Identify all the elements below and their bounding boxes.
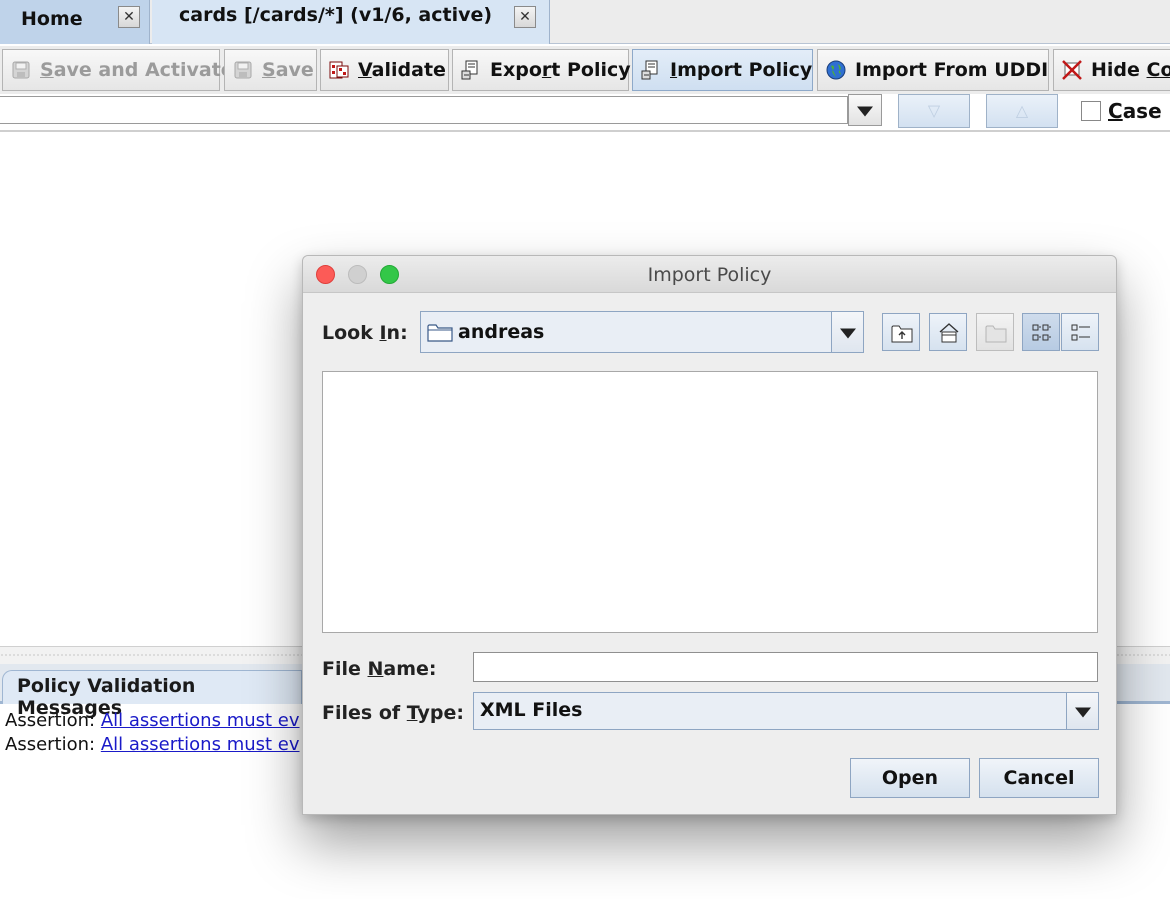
files-of-type-label: Files of Type: bbox=[322, 702, 464, 724]
tab-cards-close-icon[interactable]: ✕ bbox=[514, 6, 536, 28]
export-policy-icon bbox=[461, 60, 481, 80]
validation-message-link[interactable]: All assertions must ev bbox=[101, 710, 300, 731]
validation-message: Assertion: All assertions must ev bbox=[5, 710, 300, 731]
home-folder-icon bbox=[939, 323, 959, 343]
case-sensitive-checkbox[interactable] bbox=[1081, 101, 1101, 121]
import-policy-icon bbox=[641, 60, 661, 80]
file-name-input[interactable] bbox=[473, 652, 1098, 682]
arrow-down-icon: ▽ bbox=[927, 101, 941, 120]
search-history-dropdown[interactable] bbox=[848, 94, 882, 126]
search-row: ▽ △ Case S bbox=[0, 94, 1170, 132]
floppy-disk-icon bbox=[233, 60, 253, 80]
open-button[interactable]: Open bbox=[850, 758, 970, 798]
chevron-down-icon bbox=[1074, 707, 1091, 718]
details-view-icon bbox=[1071, 324, 1090, 341]
home-button[interactable] bbox=[929, 313, 967, 351]
search-input[interactable] bbox=[0, 96, 848, 124]
look-in-label: Look In: bbox=[322, 322, 408, 344]
tab-home-label: Home bbox=[21, 8, 83, 30]
save-and-activate-button[interactable]: Save and Activate bbox=[2, 49, 234, 91]
save-and-activate-label: Save and Activate bbox=[40, 59, 234, 81]
validate-label: Validate bbox=[358, 59, 446, 81]
dialog-title: Import Policy bbox=[647, 264, 772, 286]
chevron-down-icon bbox=[839, 328, 856, 339]
validate-button[interactable]: Validate bbox=[320, 49, 449, 91]
tab-policy-validation-messages[interactable]: Policy Validation Messages bbox=[2, 670, 302, 719]
validate-icon bbox=[329, 60, 349, 80]
details-view-button[interactable] bbox=[1061, 313, 1099, 351]
cancel-button[interactable]: Cancel bbox=[979, 758, 1099, 798]
import-policy-button[interactable]: Import Policy bbox=[632, 49, 813, 91]
tab-home-close-icon[interactable]: ✕ bbox=[118, 6, 140, 28]
dialog-titlebar[interactable]: Import Policy bbox=[303, 256, 1116, 293]
new-folder-icon bbox=[985, 325, 1007, 343]
import-from-uddi-button[interactable]: Import From UDDI bbox=[817, 49, 1049, 91]
import-from-uddi-label: Import From UDDI bbox=[855, 59, 1049, 81]
editor-tab-bar: Home ✕ cards [/cards/*] (v1/6, active) ✕ bbox=[0, 0, 1170, 44]
tab-cards-policy[interactable]: cards [/cards/*] (v1/6, active) ✕ bbox=[152, 0, 550, 44]
file-name-label: File Name: bbox=[322, 658, 437, 680]
folder-icon bbox=[427, 322, 453, 346]
up-one-level-icon bbox=[891, 325, 913, 343]
list-view-icon bbox=[1032, 324, 1051, 341]
find-previous-button[interactable]: △ bbox=[986, 94, 1058, 128]
look-in-dropdown-toggle[interactable] bbox=[831, 312, 863, 352]
hide-comments-icon bbox=[1062, 60, 1082, 80]
floppy-disk-icon bbox=[11, 60, 31, 80]
arrow-up-icon: △ bbox=[1015, 101, 1029, 120]
globe-icon bbox=[826, 60, 846, 80]
validation-message-link[interactable]: All assertions must ev bbox=[101, 734, 300, 755]
chevron-down-icon bbox=[857, 106, 873, 117]
export-policy-button[interactable]: Export Policy bbox=[452, 49, 631, 91]
import-policy-label: Import Policy bbox=[670, 59, 813, 81]
up-one-level-button[interactable] bbox=[882, 313, 920, 351]
files-of-type-value: XML Files bbox=[480, 699, 583, 721]
tab-cards-label: cards [/cards/*] (v1/6, active) bbox=[179, 4, 493, 26]
look-in-value: andreas bbox=[458, 321, 545, 343]
import-policy-dialog: Import Policy Look In: andreas File Name… bbox=[302, 255, 1117, 815]
look-in-select[interactable]: andreas bbox=[420, 311, 864, 353]
save-label: Save bbox=[262, 59, 314, 81]
find-next-button[interactable]: ▽ bbox=[898, 94, 970, 128]
files-of-type-dropdown-toggle[interactable] bbox=[1066, 693, 1098, 729]
file-list-pane[interactable] bbox=[322, 371, 1098, 633]
hide-comments-label: Hide Co bbox=[1091, 59, 1170, 81]
list-view-button[interactable] bbox=[1022, 313, 1060, 351]
hide-comments-button[interactable]: Hide Co bbox=[1053, 49, 1170, 91]
validation-message: Assertion: All assertions must ev bbox=[5, 734, 300, 755]
case-sensitive-label: Case S bbox=[1108, 99, 1170, 123]
save-button[interactable]: Save bbox=[224, 49, 317, 91]
tab-home[interactable]: Home ✕ bbox=[0, 0, 150, 44]
policy-toolbar: Save and Activate Save Validate Export P… bbox=[0, 46, 1170, 94]
export-policy-label: Export Policy bbox=[490, 59, 631, 81]
create-new-folder-button[interactable] bbox=[976, 313, 1014, 351]
files-of-type-select[interactable]: XML Files bbox=[473, 692, 1099, 730]
